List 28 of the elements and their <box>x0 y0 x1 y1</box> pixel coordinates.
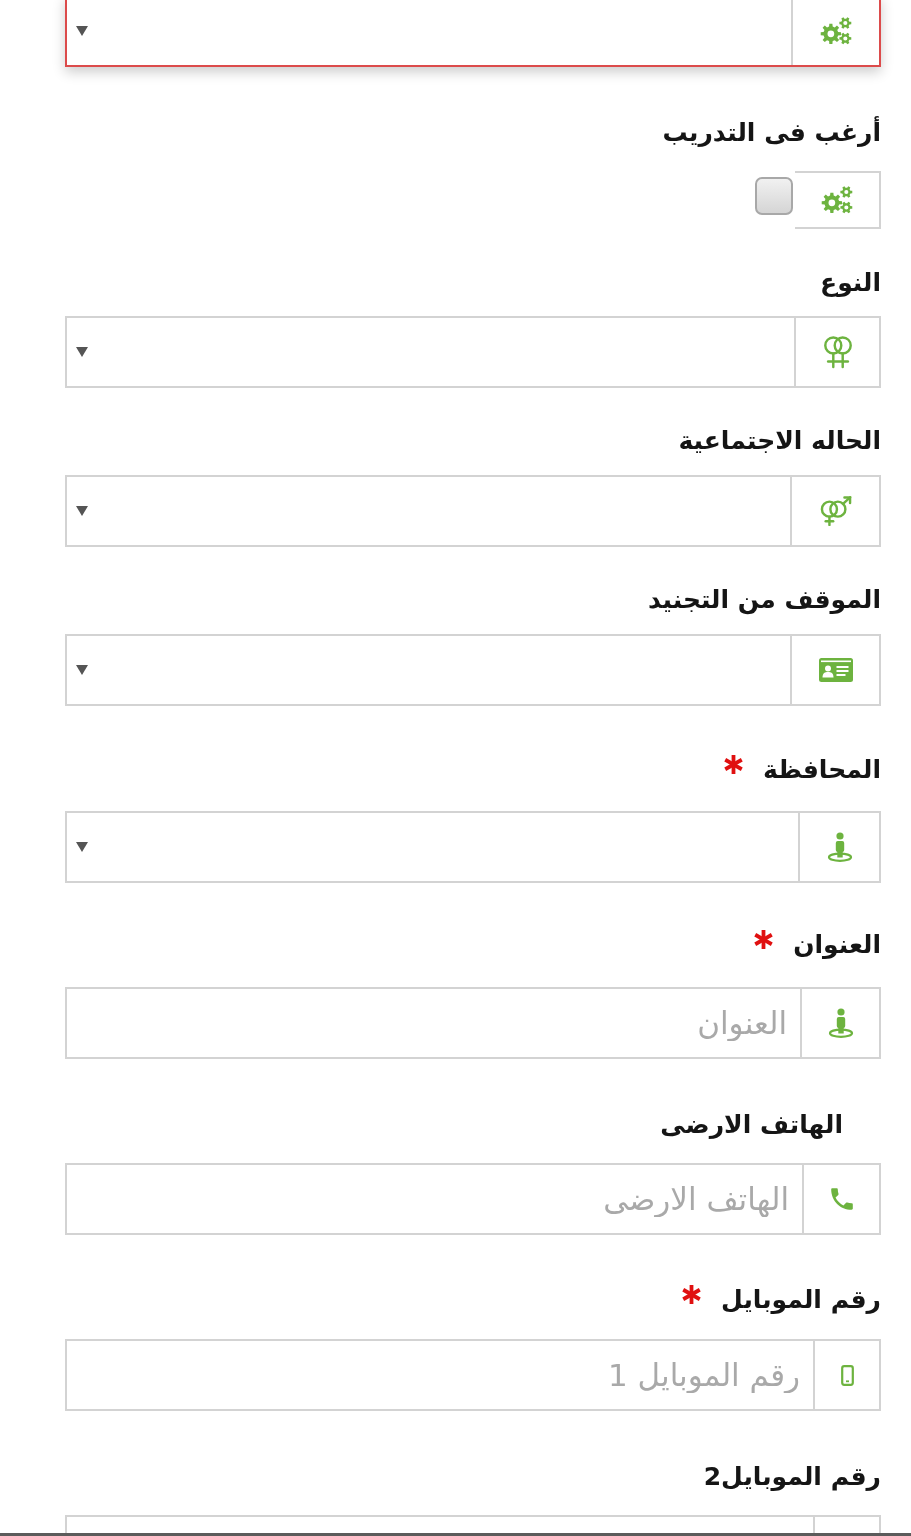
female-male-symbol-icon <box>818 496 853 526</box>
person-on-ring-icon <box>826 832 853 862</box>
caret-icon <box>76 26 88 36</box>
mobile-phone-icon <box>840 1364 854 1386</box>
field-label: أرغب فى التدريب <box>662 115 881 149</box>
field-label: رقم الموبايل <box>721 1284 881 1316</box>
caret-icon <box>76 842 88 852</box>
field-label: النوع <box>820 267 881 299</box>
double-female-symbol-icon <box>821 335 854 369</box>
person-on-ring-icon <box>827 1008 854 1038</box>
id-card-icon <box>818 658 853 682</box>
field-label: العنوان <box>793 929 881 961</box>
dropdown-field[interactable] <box>65 0 881 67</box>
field-label: الهاتف الارضى <box>660 1109 843 1141</box>
checkbox[interactable] <box>755 177 793 215</box>
gears-icon <box>821 186 853 214</box>
field-label: الحاله الاجتماعية <box>678 425 881 457</box>
field-label: رقم الموبايل2 <box>703 1461 881 1493</box>
text-field[interactable]: العنوان <box>65 987 800 1059</box>
phone-icon <box>829 1187 854 1211</box>
caret-icon <box>76 506 88 516</box>
caret-icon <box>76 665 88 675</box>
field-label: المحافظة <box>763 754 881 786</box>
text-field[interactable]: رقم الموبايل 1 <box>65 1339 813 1411</box>
gears-icon <box>820 17 852 45</box>
field-label: الموقف من التجنيد <box>648 584 881 617</box>
text-field[interactable]: الهاتف الارضى <box>65 1163 802 1235</box>
caret-icon <box>76 347 88 357</box>
